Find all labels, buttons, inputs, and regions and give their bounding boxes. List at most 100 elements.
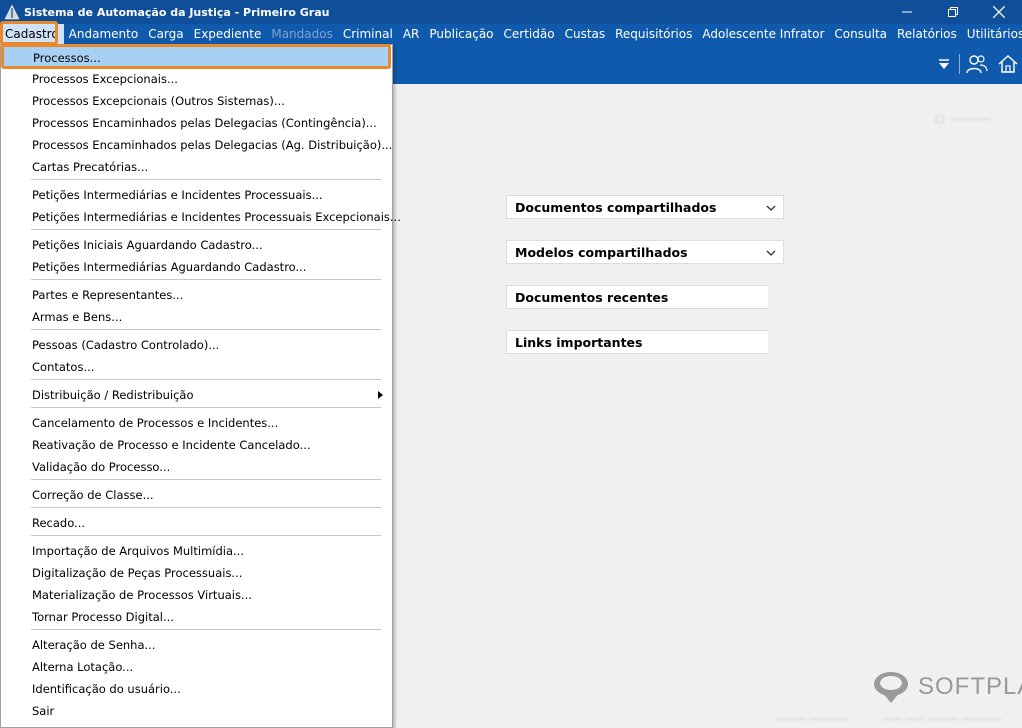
minimize-icon: [902, 11, 912, 13]
filter-dropdown-button[interactable]: [933, 53, 955, 75]
cadastro-menu-item[interactable]: Cartas Precatórias...: [2, 156, 391, 178]
cadastro-menu-item-label: Digitalização de Peças Processuais...: [32, 566, 243, 580]
cadastro-menu-item[interactable]: Digitalização de Peças Processuais...: [2, 562, 391, 584]
menu-divider: [31, 407, 381, 408]
softplan-logo-icon: [874, 672, 908, 703]
cadastro-menu-item-label: Validação do Processo...: [32, 460, 171, 474]
menu-consulta[interactable]: Consulta: [829, 24, 892, 44]
cadastro-menu-item[interactable]: Sair: [2, 700, 391, 722]
cadastro-menu-item-label: Processos Encaminhados pelas Delegacias …: [32, 116, 377, 130]
menu-requisitórios[interactable]: Requisitórios: [610, 24, 697, 44]
cadastro-menu-item-label: Reativação de Processo e Incidente Cance…: [32, 438, 311, 452]
cadastro-menu-item-label: Cancelamento de Processos e Incidentes..…: [32, 416, 279, 430]
cadastro-menu-item[interactable]: Reativação de Processo e Incidente Cance…: [2, 434, 391, 456]
menu-divider: [31, 179, 381, 180]
title-bar: Sistema de Automação da Justiça - Primei…: [0, 0, 1022, 24]
cadastro-menu-item-label: Pessoas (Cadastro Controlado)...: [32, 338, 220, 352]
cadastro-menu-item[interactable]: Identificação do usuário...: [2, 678, 391, 700]
menu-divider: [31, 329, 381, 330]
toolbar-separator: [959, 54, 960, 74]
minimize-button[interactable]: [884, 0, 930, 24]
cadastro-menu-item[interactable]: Pessoas (Cadastro Controlado)...: [2, 334, 391, 356]
cadastro-menu-item[interactable]: Contatos...: [2, 356, 391, 378]
cadastro-menu-item[interactable]: Processos Excepcionais (Outros Sistemas)…: [2, 90, 391, 112]
annotation-highlight-item: [1, 44, 391, 69]
cadastro-menu-item-label: Importação de Arquivos Multimídia...: [32, 544, 244, 558]
chevron-down-icon[interactable]: [765, 247, 777, 259]
cadastro-menu-item[interactable]: Processos Encaminhados pelas Delegacias …: [2, 134, 392, 156]
cadastro-menu-item-label: Sair: [32, 704, 55, 718]
menu-expediente[interactable]: Expediente: [189, 24, 267, 44]
recent-documents-title: Documentos recentes: [515, 289, 669, 305]
close-icon: [993, 6, 1005, 18]
cadastro-menu-item-label: Contatos...: [32, 360, 95, 374]
menu-criminal[interactable]: Criminal: [338, 24, 398, 44]
cadastro-menu-item[interactable]: Petições Iniciais Aguardando Cadastro...: [2, 234, 391, 256]
cadastro-menu-item-label: Recado...: [32, 516, 86, 530]
shared-models-panel[interactable]: Modelos compartilhados: [506, 240, 784, 264]
cadastro-menu-item-label: Petições Intermediárias e Incidentes Pro…: [32, 188, 323, 202]
cadastro-menu-item[interactable]: Alteração de Senha...: [2, 634, 391, 656]
cadastro-menu-item[interactable]: Processos Encaminhados pelas Delegacias …: [2, 112, 391, 134]
cadastro-menu-item[interactable]: Recado...: [2, 512, 391, 534]
cadastro-menu-item[interactable]: Petições Intermediárias e Incidentes Pro…: [2, 206, 401, 228]
window-controls: [884, 0, 1022, 24]
menu-adolescente-infrator[interactable]: Adolescente Infrator: [697, 24, 829, 44]
cadastro-menu-item-label: Armas e Bens...: [32, 310, 123, 324]
menu-divider: [31, 379, 381, 380]
cadastro-menu-item-label: Petições Intermediárias e Incidentes Pro…: [32, 210, 401, 224]
cadastro-menu-item-label: Tornar Processo Digital...: [32, 610, 174, 624]
cadastro-menu-item[interactable]: Alterna Lotação...: [2, 656, 391, 678]
important-links-title: Links importantes: [515, 334, 643, 350]
cadastro-menu-item[interactable]: Tornar Processo Digital...: [2, 606, 391, 628]
chevron-down-icon[interactable]: [765, 202, 777, 214]
close-button[interactable]: [976, 0, 1022, 24]
cadastro-menu-item-label: Cartas Precatórias...: [32, 160, 149, 174]
home-icon: [998, 54, 1018, 73]
users-button[interactable]: [966, 53, 988, 75]
cadastro-menu-item-label: Petições Iniciais Aguardando Cadastro...: [32, 238, 263, 252]
menu-divider: [31, 279, 381, 280]
cadastro-menu-item[interactable]: Processos Excepcionais...: [2, 68, 391, 90]
cadastro-menu-item-label: Alteração de Senha...: [32, 638, 156, 652]
cadastro-menu-item-label: Materialização de Processos Virtuais...: [32, 588, 252, 602]
menu-mandados[interactable]: Mandados: [266, 24, 338, 44]
cadastro-menu-item[interactable]: Distribuição / Redistribuição: [2, 384, 391, 406]
menu-divider: [31, 535, 381, 536]
cadastro-menu-item-label: Identificação do usuário...: [32, 682, 181, 696]
important-links-panel[interactable]: Links importantes: [506, 330, 768, 354]
menu-divider: [31, 507, 381, 508]
recent-documents-panel[interactable]: Documentos recentes: [506, 285, 768, 309]
cadastro-menu-item[interactable]: Correção de Classe...: [2, 484, 391, 506]
menu-custas[interactable]: Custas: [560, 24, 611, 44]
menu-andamento[interactable]: Andamento: [64, 24, 144, 44]
app-logo-icon: [4, 4, 20, 20]
menu-utilitários[interactable]: Utilitários: [962, 24, 1022, 44]
filter-dropdown-icon: [939, 59, 949, 69]
cadastro-menu-item[interactable]: Petições Intermediárias Aguardando Cadas…: [2, 256, 391, 278]
cadastro-menu-item[interactable]: Partes e Representantes...: [2, 284, 391, 306]
menu-relatórios[interactable]: Relatórios: [892, 24, 962, 44]
menu-bar: Cadastro Andamento Carga Expediente Mandados…: [0, 24, 1022, 44]
cadastro-menu-item[interactable]: Armas e Bens...: [2, 306, 391, 328]
restore-icon: [948, 7, 958, 17]
shared-documents-panel[interactable]: Documentos compartilhados: [506, 195, 784, 219]
menu-divider: [31, 479, 381, 480]
menu-ar[interactable]: AR: [398, 24, 425, 44]
window-title: Sistema de Automação da Justiça - Primei…: [24, 5, 330, 19]
menu-publicação[interactable]: Publicação: [424, 24, 498, 44]
menu-carga[interactable]: Carga: [143, 24, 188, 44]
cadastro-menu-item[interactable]: Importação de Arquivos Multimídia...: [2, 540, 391, 562]
cadastro-menu-item[interactable]: Materialização de Processos Virtuais...: [2, 584, 391, 606]
home-button[interactable]: [997, 53, 1019, 75]
cadastro-menu-item-label: Correção de Classe...: [32, 488, 154, 502]
cadastro-menu-item[interactable]: Validação do Processo...: [2, 456, 391, 478]
cadastro-menu-item-label: Processos Excepcionais...: [32, 72, 178, 86]
cadastro-menu-item-label: Petições Intermediárias Aguardando Cadas…: [32, 260, 307, 274]
restore-button[interactable]: [930, 0, 976, 24]
blurred-status-right: —— —— ——— ————: [882, 714, 1002, 725]
cadastro-menu-item-label: Alterna Lotação...: [32, 660, 134, 674]
cadastro-menu-item[interactable]: Petições Intermediárias e Incidentes Pro…: [2, 184, 391, 206]
cadastro-menu-item[interactable]: Cancelamento de Processos e Incidentes..…: [2, 412, 391, 434]
menu-certidão[interactable]: Certidão: [499, 24, 560, 44]
